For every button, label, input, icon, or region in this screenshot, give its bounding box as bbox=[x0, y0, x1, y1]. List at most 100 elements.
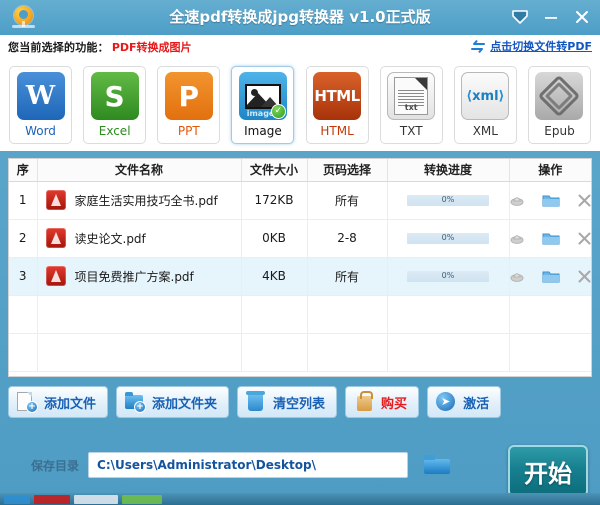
row-filename-cell: 项目免费推广方案.pdf bbox=[37, 257, 242, 296]
add-file-button[interactable]: + 添加文件 bbox=[8, 386, 109, 418]
pdf-file-icon bbox=[45, 190, 66, 210]
row-index: 2 bbox=[9, 219, 38, 258]
format-label-ppt: PPT bbox=[177, 124, 200, 138]
row-index: 3 bbox=[9, 257, 38, 296]
excel-icon: S bbox=[90, 72, 139, 120]
row-operations bbox=[509, 181, 592, 220]
minimize-button[interactable] bbox=[541, 7, 561, 29]
html-glyph: HTML bbox=[314, 87, 360, 105]
preview-icon[interactable] bbox=[509, 192, 525, 208]
progress-value: 0% bbox=[441, 270, 455, 280]
word-icon: W bbox=[16, 72, 65, 120]
table-row[interactable]: 3 项目免费推广方案.pdf 4KB 所有 0% bbox=[9, 257, 592, 296]
clear-list-button[interactable]: 清空列表 bbox=[237, 386, 338, 418]
progress-bar: 0% bbox=[407, 194, 489, 206]
save-path-input[interactable]: C:\Users\Administrator\Desktop\ bbox=[88, 452, 409, 478]
window-controls bbox=[510, 0, 592, 35]
preview-icon[interactable] bbox=[509, 268, 525, 284]
shopping-bag-icon bbox=[353, 391, 375, 413]
save-directory-label: 保存目录 bbox=[31, 458, 80, 473]
column-header-pages: 页码选择 bbox=[307, 159, 388, 182]
column-header-progress: 转换进度 bbox=[387, 159, 510, 182]
ppt-icon: P bbox=[164, 72, 213, 120]
taskbar-item[interactable] bbox=[34, 494, 70, 504]
add-folder-label: 添加文件夹 bbox=[152, 396, 218, 412]
row-filename: 项目免费推广方案.pdf bbox=[74, 269, 194, 284]
title-bar: 全速pdf转换成jpg转换器 v1.0正式版 bbox=[0, 0, 600, 35]
swap-arrows-icon bbox=[471, 39, 486, 53]
remove-icon[interactable] bbox=[577, 269, 592, 284]
close-button[interactable] bbox=[572, 7, 592, 29]
word-glyph: W bbox=[25, 81, 56, 111]
switch-mode-label: 点击切换文件转PDF bbox=[490, 40, 592, 53]
format-label-image: Image bbox=[244, 124, 282, 138]
row-filename-cell: 家庭生活实用技巧全书.pdf bbox=[37, 181, 242, 220]
column-header-filesize: 文件大小 bbox=[241, 159, 308, 182]
os-taskbar bbox=[0, 493, 600, 505]
format-label-excel: Excel bbox=[98, 124, 131, 138]
table-row[interactable]: 2 读史论文.pdf 0KB 2-8 0% bbox=[9, 219, 592, 258]
format-button-ppt[interactable]: P PPT bbox=[157, 66, 221, 144]
txt-icon: txt bbox=[387, 72, 436, 120]
row-filesize: 0KB bbox=[241, 219, 308, 258]
row-filename: 家庭生活实用技巧全书.pdf bbox=[74, 193, 218, 208]
column-header-filename: 文件名称 bbox=[37, 159, 242, 182]
activate-button[interactable]: ➤ 激活 bbox=[427, 386, 502, 418]
start-button[interactable]: 开始 bbox=[508, 445, 588, 497]
open-folder-icon[interactable] bbox=[542, 269, 560, 284]
format-button-epub[interactable]: Epub bbox=[527, 66, 591, 144]
format-label-txt: TXT bbox=[399, 124, 423, 138]
app-logo-icon bbox=[10, 4, 38, 32]
switch-mode-link[interactable]: 点击切换文件转PDF bbox=[470, 38, 592, 54]
current-function-bar: 您当前选择的功能： PDF转换成图片 点击切换文件转PDF bbox=[0, 35, 600, 59]
row-filename-cell: 读史论文.pdf bbox=[37, 219, 242, 258]
activate-label: 激活 bbox=[463, 396, 490, 412]
trash-icon bbox=[245, 391, 267, 413]
html-icon: HTML bbox=[313, 72, 362, 120]
row-pages[interactable]: 所有 bbox=[307, 181, 388, 220]
collapse-to-tray-button[interactable] bbox=[510, 7, 530, 29]
taskbar-item[interactable] bbox=[74, 494, 118, 504]
xml-icon: ⟨xml⟩ bbox=[461, 72, 510, 120]
xml-glyph: xml bbox=[472, 88, 499, 104]
table-row[interactable]: 1 家庭生活实用技巧全书.pdf 172KB 所有 0% bbox=[9, 181, 592, 220]
format-button-word[interactable]: W Word bbox=[9, 66, 72, 144]
format-selector: W Word S Excel P PPT images ✓ Image HTML… bbox=[0, 59, 600, 151]
row-progress-cell: 0% bbox=[387, 181, 510, 220]
row-filename: 读史论文.pdf bbox=[74, 231, 146, 246]
folder-plus-icon: + bbox=[124, 391, 147, 413]
buy-button[interactable]: 购买 bbox=[345, 386, 420, 418]
format-button-excel[interactable]: S Excel bbox=[83, 66, 147, 144]
row-pages[interactable]: 所有 bbox=[307, 257, 388, 296]
table-header-row: 序 文件名称 文件大小 页码选择 转换进度 操作 bbox=[9, 159, 591, 182]
row-pages[interactable]: 2-8 bbox=[307, 219, 388, 258]
preview-icon[interactable] bbox=[509, 230, 525, 246]
save-path-value: C:\Users\Administrator\Desktop\ bbox=[97, 458, 316, 472]
remove-icon[interactable] bbox=[577, 193, 592, 208]
browse-folder-button[interactable] bbox=[422, 453, 452, 477]
add-folder-button[interactable]: + 添加文件夹 bbox=[116, 386, 230, 418]
format-button-html[interactable]: HTML HTML bbox=[305, 66, 369, 144]
arrow-right-icon: ➤ bbox=[435, 391, 457, 413]
format-button-xml[interactable]: ⟨xml⟩ XML bbox=[453, 66, 517, 144]
taskbar-item[interactable] bbox=[4, 494, 30, 504]
image-icon: images ✓ bbox=[238, 72, 287, 120]
format-button-image[interactable]: images ✓ Image bbox=[231, 66, 295, 144]
add-file-label: 添加文件 bbox=[44, 396, 97, 412]
column-header-index: 序 bbox=[9, 159, 38, 182]
row-progress-cell: 0% bbox=[387, 219, 510, 258]
remove-icon[interactable] bbox=[577, 231, 592, 246]
current-function-label: 您当前选择的功能： bbox=[8, 41, 109, 54]
txt-icon-caption: txt bbox=[404, 103, 418, 112]
taskbar-item[interactable] bbox=[122, 494, 162, 504]
clear-list-label: 清空列表 bbox=[273, 396, 326, 412]
pdf-file-icon bbox=[45, 266, 66, 286]
table-row-empty bbox=[9, 333, 591, 372]
progress-value: 0% bbox=[441, 232, 455, 242]
column-header-operations: 操作 bbox=[509, 159, 591, 182]
format-button-txt[interactable]: txt TXT bbox=[379, 66, 443, 144]
open-folder-icon[interactable] bbox=[542, 193, 560, 208]
file-list: 序 文件名称 文件大小 页码选择 转换进度 操作 1 家庭生活实用技巧全书.pd… bbox=[8, 158, 592, 377]
open-folder-icon[interactable] bbox=[542, 231, 560, 246]
row-filesize: 172KB bbox=[241, 181, 308, 220]
